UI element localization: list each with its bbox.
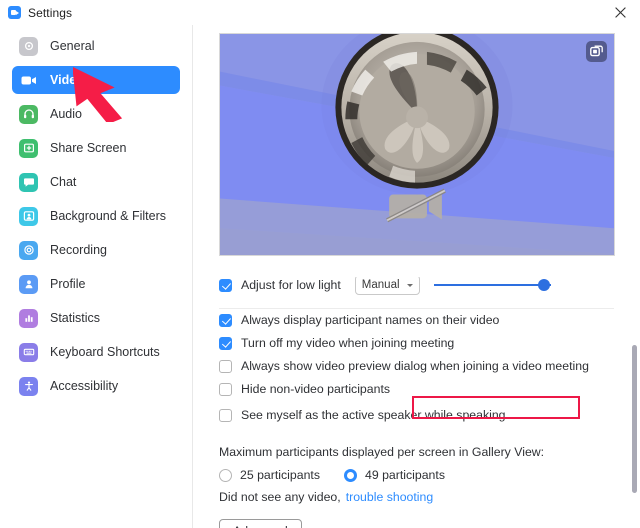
- sidebar-item-label: Background & Filters: [50, 209, 167, 223]
- sidebar-item-label: Share Screen: [50, 141, 127, 155]
- sidebar-item-share-screen[interactable]: Share Screen: [12, 134, 180, 162]
- turn-off-video-checkbox[interactable]: [219, 336, 232, 350]
- always-display-names-checkbox[interactable]: [219, 313, 232, 327]
- radio-label: 25 participants: [240, 468, 320, 482]
- sidebar-item-label: Chat: [50, 175, 77, 189]
- slider-track: [433, 284, 551, 286]
- option-row-hide-non-video-participants[interactable]: Hide non-video participants: [219, 380, 390, 398]
- option-row-always-display-names[interactable]: Always display participant names on thei…: [219, 311, 499, 329]
- sidebar-item-audio[interactable]: Audio: [12, 100, 180, 128]
- trouble-shooting-text: Did not see any video,: [219, 490, 341, 504]
- sidebar-item-background-filters[interactable]: Background & Filters: [12, 202, 180, 230]
- record-circle-icon: [19, 240, 38, 260]
- gear-icon: [19, 36, 38, 56]
- slider-knob[interactable]: [537, 279, 550, 291]
- option-row-video-preview-dialog[interactable]: Always show video preview dialog when jo…: [219, 357, 589, 375]
- video-preview-dialog-checkbox[interactable]: [219, 359, 232, 373]
- sidebar: General Video Audio Share Screen Chat Ba…: [0, 25, 193, 528]
- sidebar-item-general[interactable]: General: [12, 32, 180, 60]
- option-label: Always display participant names on thei…: [241, 313, 500, 327]
- main-content: Adjust for low light Manual Always displ…: [194, 25, 640, 528]
- sidebar-item-chat[interactable]: Chat: [12, 168, 180, 196]
- sidebar-item-label: Profile: [50, 277, 86, 291]
- sidebar-item-label: Accessibility: [50, 379, 119, 393]
- chevron-down-icon: [406, 284, 413, 287]
- option-label: Hide non-video participants: [241, 382, 391, 396]
- scrollbar-track[interactable]: [628, 25, 640, 528]
- bar-chart-icon: [19, 308, 38, 328]
- picture-in-picture-button[interactable]: [586, 41, 607, 62]
- sidebar-item-label: Video: [50, 73, 84, 87]
- adjust-low-light-checkbox[interactable]: [219, 278, 232, 292]
- video-preview-image: [220, 34, 614, 255]
- picture-in-picture-icon: [590, 45, 603, 57]
- low-light-slider[interactable]: [433, 277, 551, 293]
- settings-window: Settings General Video Audio Share Scree…: [0, 0, 640, 528]
- advanced-button[interactable]: Advanced: [219, 519, 302, 528]
- option-row-see-myself-active-speaker[interactable]: See myself as the active speaker while s…: [219, 406, 506, 424]
- option-row-turn-off-video[interactable]: Turn off my video when joining meeting: [219, 334, 454, 352]
- max-participants-label: Maximum participants displayed per scree…: [219, 445, 545, 459]
- low-light-row: Adjust for low light Manual: [194, 277, 640, 299]
- scrollbar-thumb[interactable]: [632, 345, 637, 493]
- sidebar-item-keyboard-shortcuts[interactable]: Keyboard Shortcuts: [12, 338, 180, 366]
- radio-button[interactable]: [219, 468, 232, 482]
- option-label: Always show video preview dialog when jo…: [241, 359, 589, 373]
- sidebar-item-label: Recording: [50, 243, 107, 257]
- sidebar-item-recording[interactable]: Recording: [12, 236, 180, 264]
- max-participants-radio-group: 25 participants 49 participants: [219, 468, 445, 482]
- video-camera-icon: [19, 71, 38, 90]
- radio-button[interactable]: [343, 468, 357, 482]
- title-bar: Settings: [0, 0, 640, 25]
- close-icon: [614, 7, 626, 18]
- trouble-shooting-link[interactable]: trouble shooting: [346, 490, 434, 504]
- sidebar-item-profile[interactable]: Profile: [12, 270, 180, 298]
- option-label: See myself as the active speaker while s…: [241, 408, 506, 422]
- sidebar-item-label: Keyboard Shortcuts: [50, 345, 160, 359]
- low-light-mode-value: Manual: [361, 279, 400, 291]
- trouble-shooting-row: Did not see any video, trouble shooting: [219, 490, 433, 504]
- sidebar-item-video[interactable]: Video: [12, 66, 180, 94]
- section-divider: [219, 308, 614, 309]
- sidebar-item-label: Statistics: [50, 311, 101, 325]
- see-myself-active-speaker-checkbox[interactable]: [219, 408, 232, 422]
- close-button[interactable]: [600, 0, 640, 25]
- window-title: Settings: [28, 5, 73, 20]
- sidebar-item-accessibility[interactable]: Accessibility: [12, 372, 180, 400]
- radio-label: 49 participants: [364, 468, 445, 482]
- chat-bubble-icon: [19, 172, 38, 192]
- radio-49-participants[interactable]: 49 participants: [343, 468, 445, 482]
- share-screen-icon: [19, 138, 38, 158]
- radio-25-participants[interactable]: 25 participants: [219, 468, 320, 482]
- accessibility-icon: [19, 376, 38, 396]
- sidebar-item-label: General: [50, 39, 95, 53]
- hide-non-video-participants-checkbox[interactable]: [219, 382, 232, 396]
- keyboard-icon: [19, 342, 38, 362]
- video-preview[interactable]: [219, 33, 615, 256]
- zoom-logo-icon: [8, 6, 21, 19]
- user-icon: [19, 274, 38, 294]
- headphones-icon: [19, 104, 38, 124]
- person-frame-icon: [19, 206, 38, 226]
- adjust-low-light-label: Adjust for low light: [241, 278, 341, 292]
- option-label: Turn off my video when joining meeting: [241, 336, 455, 350]
- low-light-mode-select[interactable]: Manual: [354, 277, 420, 295]
- sidebar-item-statistics[interactable]: Statistics: [12, 304, 180, 332]
- sidebar-item-label: Audio: [50, 107, 82, 121]
